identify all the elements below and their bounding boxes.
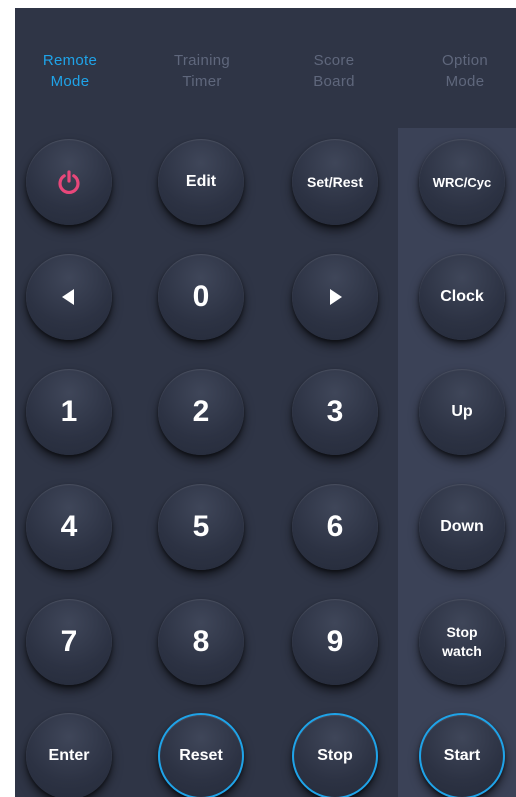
down-button[interactable]: Down <box>419 484 505 570</box>
key-2[interactable]: 2 <box>158 369 244 455</box>
edit-button[interactable]: Edit <box>158 139 244 225</box>
set-rest-button[interactable]: Set/Rest <box>292 139 378 225</box>
tab-label-line1: Training <box>173 52 231 69</box>
side-panel <box>398 128 516 797</box>
key-4[interactable]: 4 <box>26 484 112 570</box>
stopwatch-label-line2: watch <box>442 643 482 659</box>
remote-app: Remote Mode Training Timer Score Board O… <box>15 8 516 797</box>
power-button[interactable] <box>26 139 112 225</box>
key-0[interactable]: 0 <box>158 254 244 340</box>
tab-label-line1: Option <box>442 52 488 69</box>
tab-score-board[interactable]: Score Board <box>279 50 389 92</box>
stopwatch-label-line1: Stop <box>446 624 478 640</box>
key-7[interactable]: 7 <box>26 599 112 685</box>
key-5[interactable]: 5 <box>158 484 244 570</box>
tab-label-line2: Timer <box>182 73 222 90</box>
stopwatch-button[interactable]: Stop watch <box>419 599 505 685</box>
start-button[interactable]: Start <box>419 713 505 797</box>
enter-button[interactable]: Enter <box>26 713 112 797</box>
stop-button[interactable]: Stop <box>292 713 378 797</box>
tab-option-mode[interactable]: Option Mode <box>410 50 516 92</box>
tab-label-line1: Score <box>313 52 355 69</box>
tab-training-timer[interactable]: Training Timer <box>147 50 257 92</box>
tab-remote-mode[interactable]: Remote Mode <box>15 50 125 92</box>
tab-label-line2: Mode <box>50 73 90 90</box>
up-button[interactable]: Up <box>419 369 505 455</box>
tab-label-line2: Board <box>313 73 355 90</box>
left-button[interactable] <box>26 254 112 340</box>
key-8[interactable]: 8 <box>158 599 244 685</box>
key-9[interactable]: 9 <box>292 599 378 685</box>
reset-button[interactable]: Reset <box>158 713 244 797</box>
key-3[interactable]: 3 <box>292 369 378 455</box>
tab-label-line1: Remote <box>42 52 98 69</box>
wrc-cyc-button[interactable]: WRC/Cyc <box>419 139 505 225</box>
tab-label-line2: Mode <box>445 73 485 90</box>
key-6[interactable]: 6 <box>292 484 378 570</box>
arrow-left-icon <box>62 289 74 305</box>
clock-button[interactable]: Clock <box>419 254 505 340</box>
arrow-right-icon <box>330 289 342 305</box>
key-1[interactable]: 1 <box>26 369 112 455</box>
power-icon <box>58 170 80 194</box>
right-button[interactable] <box>292 254 378 340</box>
